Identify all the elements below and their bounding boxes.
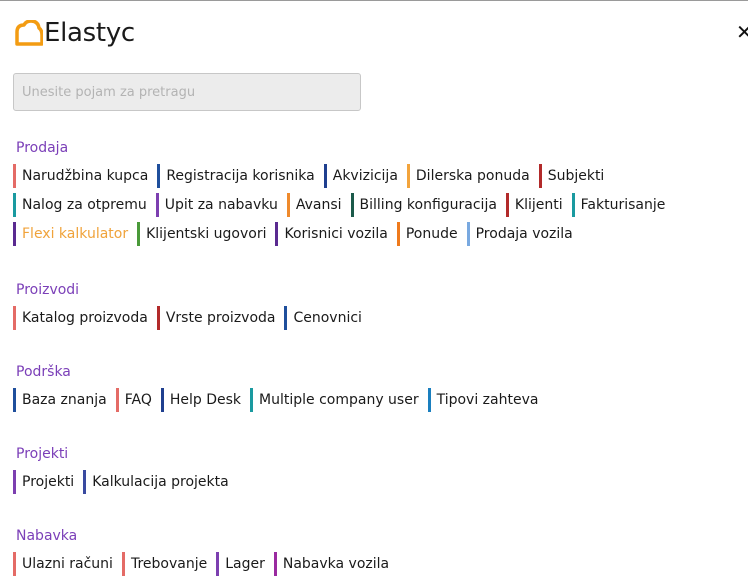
section-links: Projekti Kalkulacija projekta	[13, 470, 743, 499]
section-title: Projekti	[16, 446, 69, 462]
menu-link[interactable]: Ponude	[396, 222, 458, 246]
menu-link[interactable]: Subjekti	[538, 164, 604, 188]
menu-link[interactable]: Katalog proizvoda	[13, 306, 148, 330]
menu-link[interactable]: Help Desk	[160, 388, 241, 412]
menu-link[interactable]: Avansi	[286, 193, 342, 217]
menu-link[interactable]: Ulazni računi	[13, 552, 113, 576]
menu-link[interactable]: FAQ	[115, 388, 152, 412]
cloud-house-logo-icon	[15, 20, 43, 46]
menu-link[interactable]: Akvizicija	[323, 164, 398, 188]
menu-link[interactable]: Korisnici vozila	[275, 222, 388, 246]
menu-link[interactable]: Vrste proizvoda	[156, 306, 275, 330]
menu-link[interactable]: Nalog za otpremu	[13, 193, 147, 217]
menu-link[interactable]: Flexi kalkulator	[13, 222, 128, 246]
brand-name: Elastyc	[44, 18, 135, 48]
search-input[interactable]	[13, 73, 361, 111]
top-border	[0, 0, 748, 1]
close-icon[interactable]: ✕	[736, 18, 748, 46]
menu-link[interactable]: Lager	[216, 552, 265, 576]
menu-link[interactable]: Multiple company user	[250, 388, 419, 412]
menu-link[interactable]: Klijenti	[505, 193, 563, 217]
section-podr-ka: Podrška Baza znanja FAQ Help Desk Multiple c…	[13, 362, 743, 417]
menu-sections: Prodaja Narudžbina kupca Registracija kori…	[13, 138, 743, 581]
section-title: Nabavka	[16, 528, 78, 544]
brand-header: Elastyc	[13, 16, 135, 50]
menu-link[interactable]: Klijentski ugovori	[137, 222, 266, 246]
menu-link[interactable]: Nabavka vozila	[273, 552, 389, 576]
menu-link[interactable]: Registracija korisnika	[157, 164, 315, 188]
section-prodaja: Prodaja Narudžbina kupca Registracija kori…	[13, 138, 743, 251]
section-nabavka: Nabavka Ulazni računi Trebovanje Lager Nabav…	[13, 526, 743, 581]
menu-link[interactable]: Trebovanje	[121, 552, 207, 576]
menu-link[interactable]: Baza znanja	[13, 388, 107, 412]
section-links: Baza znanja FAQ Help Desk Multiple company …	[13, 388, 743, 417]
menu-link[interactable]: Narudžbina kupca	[13, 164, 148, 188]
menu-link[interactable]: Billing konfiguracija	[350, 193, 497, 217]
section-title: Podrška	[16, 364, 71, 380]
section-projekti: Projekti Projekti Kalkulacija projekta	[13, 444, 743, 499]
section-links: Katalog proizvoda Vrste proizvoda Cenovnic…	[13, 306, 743, 335]
section-links: Ulazni računi Trebovanje Lager Nabavka vozi…	[13, 552, 743, 581]
menu-link[interactable]: Kalkulacija projekta	[83, 470, 229, 494]
menu-link[interactable]: Tipovi zahteva	[427, 388, 538, 412]
section-links: Narudžbina kupca Registracija korisnika Ak…	[13, 164, 743, 251]
menu-link[interactable]: Prodaja vozila	[466, 222, 573, 246]
menu-link[interactable]: Cenovnici	[284, 306, 362, 330]
menu-link[interactable]: Fakturisanje	[571, 193, 665, 217]
menu-link[interactable]: Dilerska ponuda	[406, 164, 530, 188]
section-title: Proizvodi	[16, 282, 80, 298]
menu-link[interactable]: Upit za nabavku	[155, 193, 278, 217]
section-title: Prodaja	[16, 140, 69, 156]
section-proizvodi: Proizvodi Katalog proizvoda Vrste proizvod…	[13, 280, 743, 335]
menu-link[interactable]: Projekti	[13, 470, 74, 494]
